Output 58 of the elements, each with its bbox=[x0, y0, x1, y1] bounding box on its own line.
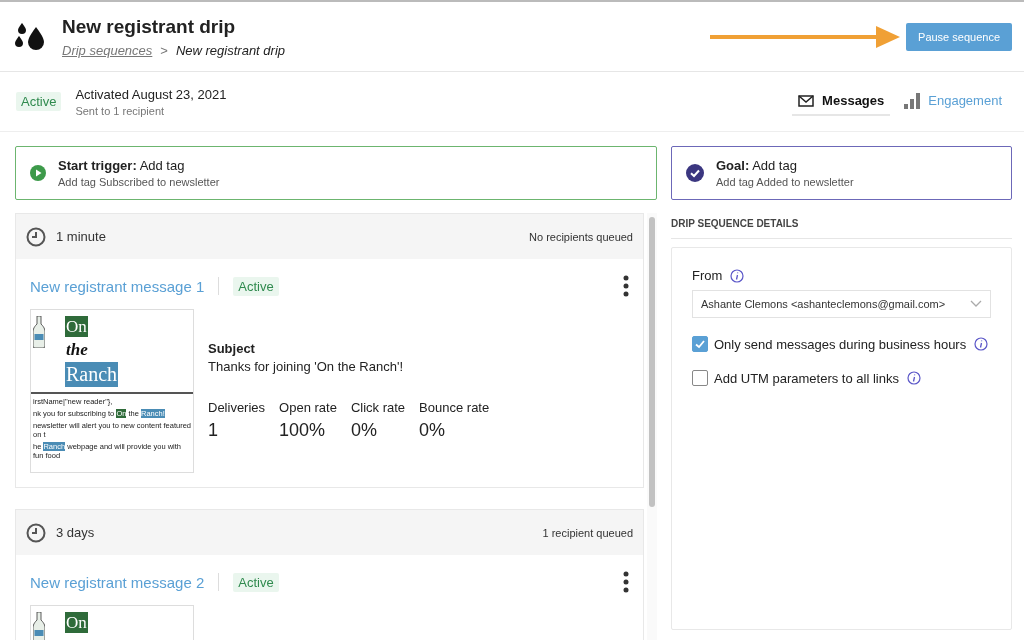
queue-status: No recipients queued bbox=[529, 230, 633, 243]
status-badge: Active bbox=[233, 276, 279, 296]
queue-status: 1 recipient queued bbox=[542, 526, 633, 539]
info-icon[interactable] bbox=[730, 268, 745, 283]
sender-dropdown[interactable]: Ashante Clemons <ashanteclemons@gmail.com> bbox=[692, 290, 991, 318]
activated-date: Activated August 23, 2021 bbox=[75, 86, 227, 102]
email-thumbnail[interactable]: On bbox=[30, 605, 194, 640]
breadcrumb-separator: > bbox=[160, 42, 168, 58]
bottle-icon bbox=[33, 316, 45, 348]
status-badge: Active bbox=[233, 572, 279, 592]
clock-icon bbox=[26, 226, 46, 247]
trigger-title: Start trigger: Add tag bbox=[58, 158, 186, 173]
subject-label: Subject bbox=[208, 341, 256, 356]
stat-label: Deliveries bbox=[208, 400, 266, 415]
envelope-icon bbox=[798, 94, 815, 107]
bar-chart-icon bbox=[904, 92, 921, 109]
breadcrumb-current: New registrant drip bbox=[175, 42, 286, 58]
stat-label: Open rate bbox=[279, 400, 337, 415]
info-icon[interactable] bbox=[974, 337, 989, 351]
breadcrumb-link[interactable]: Drip sequences bbox=[62, 42, 153, 58]
checkbox[interactable] bbox=[692, 336, 708, 352]
stat-value: 100% bbox=[279, 420, 327, 441]
page-title: New registrant drip bbox=[62, 15, 237, 38]
checkbox[interactable] bbox=[692, 370, 708, 386]
stat-value: 0% bbox=[419, 420, 447, 441]
trigger-detail: Add tag Subscribed to newsletter bbox=[58, 176, 220, 188]
logo-word: Ranch bbox=[65, 362, 119, 387]
option-label: Add UTM parameters to all links bbox=[714, 370, 899, 386]
goal-title: Goal: Add tag bbox=[716, 158, 798, 173]
logo-word: On bbox=[65, 612, 88, 633]
goal-card[interactable]: Goal: Add tag Add tag Added to newsletter bbox=[671, 146, 1012, 200]
play-icon bbox=[30, 165, 46, 181]
stat-value: 1 bbox=[208, 420, 219, 441]
status-badge: Active bbox=[16, 92, 62, 111]
from-label: From bbox=[692, 268, 723, 283]
subject-text: Thanks for joining 'On the Ranch'! bbox=[208, 359, 404, 374]
more-icon[interactable] bbox=[623, 275, 629, 297]
arrow-icon bbox=[710, 23, 901, 50]
step-delay: 3 days bbox=[56, 525, 95, 540]
stat-label: Bounce rate bbox=[419, 400, 490, 415]
section-heading: DRIP SEQUENCE DETAILS bbox=[671, 218, 1012, 239]
step-delay: 1 minute bbox=[56, 229, 106, 244]
chevron-down-icon bbox=[970, 300, 982, 308]
goal-detail: Add tag Added to newsletter bbox=[716, 176, 854, 188]
check-circle-icon bbox=[686, 164, 704, 182]
clock-icon bbox=[26, 522, 46, 543]
logo-word: On bbox=[65, 316, 88, 337]
recipient-count: Sent to 1 recipient bbox=[75, 104, 166, 117]
more-icon[interactable] bbox=[623, 571, 629, 593]
stat-value: 0% bbox=[350, 420, 378, 441]
info-icon[interactable] bbox=[906, 371, 921, 385]
logo-word: the bbox=[65, 339, 89, 360]
scrollbar[interactable] bbox=[647, 213, 657, 640]
stat-label: Click rate bbox=[350, 400, 406, 415]
option-label: Only send messages during business hours bbox=[714, 336, 967, 352]
trigger-card[interactable]: Start trigger: Add tag Add tag Subscribed to newsletter bbox=[15, 146, 657, 200]
bottle-icon bbox=[33, 612, 45, 640]
tab[interactable]: Messages bbox=[792, 87, 891, 116]
